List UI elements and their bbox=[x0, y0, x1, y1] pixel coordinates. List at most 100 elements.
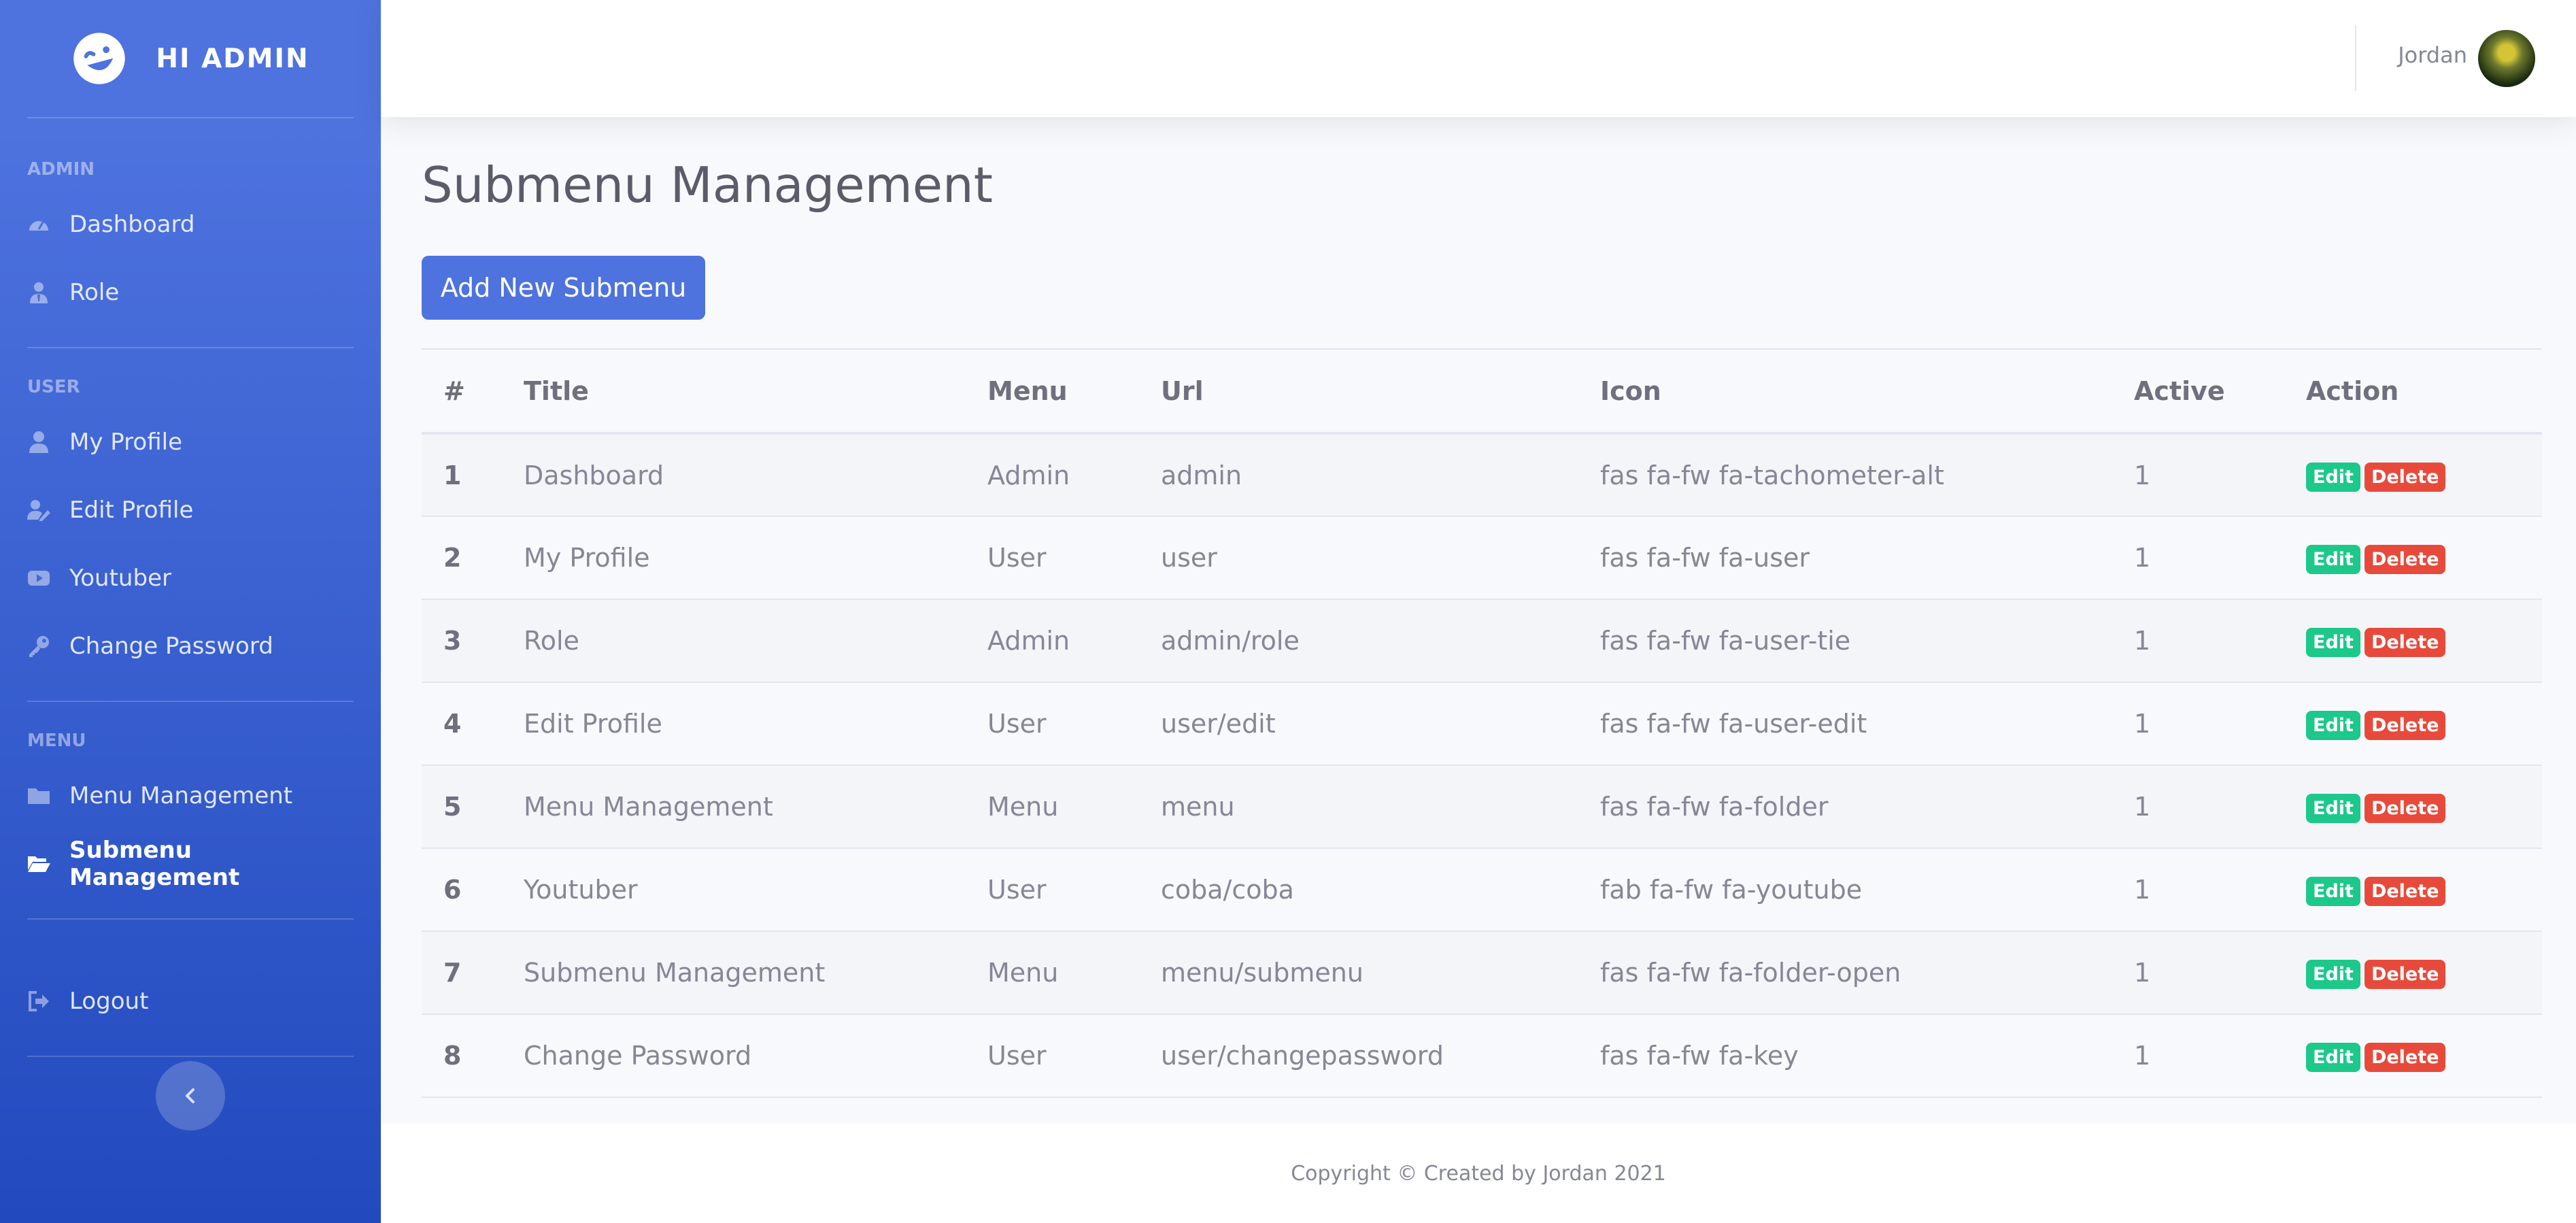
table-row: 5 Menu Management Menu menu fas fa-fw fa… bbox=[422, 765, 2542, 849]
avatar[interactable] bbox=[2478, 30, 2535, 87]
user-name[interactable]: Jordan bbox=[2398, 42, 2467, 68]
sidebar-item-label: Youtuber bbox=[69, 565, 171, 592]
sidebar-item-change-password[interactable]: Change Password bbox=[0, 612, 381, 680]
delete-button[interactable]: Delete bbox=[2364, 628, 2446, 657]
edit-button[interactable]: Edit bbox=[2306, 545, 2360, 574]
delete-button[interactable]: Delete bbox=[2364, 462, 2446, 492]
row-url: admin/role bbox=[1139, 599, 1578, 683]
sidebar-item-label: Logout bbox=[69, 988, 149, 1015]
row-number: 4 bbox=[422, 682, 502, 766]
row-actions: Edit Delete bbox=[2284, 1014, 2542, 1098]
sidebar-divider bbox=[27, 1056, 354, 1057]
row-menu: User bbox=[966, 516, 1139, 600]
row-actions: Edit Delete bbox=[2284, 765, 2542, 849]
sidebar-heading-user: User bbox=[27, 377, 80, 397]
row-number: 2 bbox=[422, 516, 502, 600]
brand-title: HI ADMIN bbox=[156, 43, 309, 74]
add-new-submenu-button[interactable]: Add New Submenu bbox=[422, 256, 705, 320]
sidebar-item-label: Edit Profile bbox=[69, 497, 194, 524]
row-number: 1 bbox=[422, 433, 502, 517]
submenu-table: # Title Menu Url Icon Active Action 1 Da… bbox=[422, 348, 2542, 1098]
chevron-left-icon bbox=[186, 1088, 194, 1103]
row-url: user bbox=[1139, 516, 1578, 600]
row-url: user/changepassword bbox=[1139, 1014, 1578, 1098]
sidebar: HI ADMIN Admin Dashboard Role User My Pr… bbox=[0, 0, 381, 1223]
row-menu: Admin bbox=[966, 433, 1139, 517]
sidebar-heading-menu: Menu bbox=[27, 731, 86, 751]
delete-button[interactable]: Delete bbox=[2364, 545, 2446, 574]
row-title: Role bbox=[502, 599, 966, 683]
row-number: 7 bbox=[422, 931, 502, 1015]
row-title: Youtuber bbox=[502, 848, 966, 932]
edit-button[interactable]: Edit bbox=[2306, 877, 2360, 906]
row-actions: Edit Delete bbox=[2284, 433, 2542, 517]
row-active: 1 bbox=[2112, 765, 2284, 849]
table-row: 1 Dashboard Admin admin fas fa-fw fa-tac… bbox=[422, 433, 2542, 517]
edit-button[interactable]: Edit bbox=[2306, 1043, 2360, 1072]
row-url: admin bbox=[1139, 433, 1578, 517]
row-active: 1 bbox=[2112, 682, 2284, 766]
folder-icon bbox=[27, 784, 50, 807]
row-title: Dashboard bbox=[502, 433, 966, 517]
sidebar-item-label: My Profile bbox=[69, 429, 182, 456]
row-active: 1 bbox=[2112, 1014, 2284, 1098]
row-active: 1 bbox=[2112, 931, 2284, 1015]
row-menu: User bbox=[966, 682, 1139, 766]
edit-button[interactable]: Edit bbox=[2306, 628, 2360, 657]
key-icon bbox=[27, 635, 50, 658]
sidebar-item-logout[interactable]: Logout bbox=[0, 967, 381, 1035]
table-row: 6 Youtuber User coba/coba fab fa-fw fa-y… bbox=[422, 848, 2542, 932]
row-actions: Edit Delete bbox=[2284, 599, 2542, 683]
sidebar-toggle-button[interactable] bbox=[156, 1061, 225, 1130]
delete-button[interactable]: Delete bbox=[2364, 960, 2446, 989]
row-active: 1 bbox=[2112, 599, 2284, 683]
column-header-url: Url bbox=[1139, 348, 1578, 435]
footer: Copyright © Created by Jordan 2021 bbox=[381, 1124, 2576, 1223]
edit-button[interactable]: Edit bbox=[2306, 960, 2360, 989]
edit-button[interactable]: Edit bbox=[2306, 711, 2360, 740]
sidebar-item-menu-management[interactable]: Menu Management bbox=[0, 762, 381, 830]
row-icon-class: fas fa-fw fa-tachometer-alt bbox=[1578, 433, 2112, 517]
row-actions: Edit Delete bbox=[2284, 848, 2542, 932]
row-active: 1 bbox=[2112, 433, 2284, 517]
row-actions: Edit Delete bbox=[2284, 516, 2542, 600]
table-row: 3 Role Admin admin/role fas fa-fw fa-use… bbox=[422, 599, 2542, 683]
row-icon-class: fas fa-fw fa-folder-open bbox=[1578, 931, 2112, 1015]
row-number: 3 bbox=[422, 599, 502, 683]
user-icon bbox=[27, 431, 50, 454]
row-url: coba/coba bbox=[1139, 848, 1578, 932]
sidebar-item-dashboard[interactable]: Dashboard bbox=[0, 190, 381, 258]
user-tie-icon bbox=[27, 281, 50, 304]
edit-button[interactable]: Edit bbox=[2306, 462, 2360, 492]
edit-button[interactable]: Edit bbox=[2306, 794, 2360, 823]
laugh-wink-icon bbox=[73, 33, 126, 84]
row-icon-class: fab fa-fw fa-youtube bbox=[1578, 848, 2112, 932]
sidebar-item-role[interactable]: Role bbox=[0, 258, 381, 326]
row-title: My Profile bbox=[502, 516, 966, 600]
sidebar-item-label: Menu Management bbox=[69, 782, 293, 809]
row-title: Submenu Management bbox=[502, 931, 966, 1015]
sidebar-item-edit-profile[interactable]: Edit Profile bbox=[0, 476, 381, 544]
delete-button[interactable]: Delete bbox=[2364, 877, 2446, 906]
youtube-icon bbox=[27, 567, 50, 590]
row-menu: User bbox=[966, 848, 1139, 932]
sidebar-item-label: Role bbox=[69, 279, 120, 306]
delete-button[interactable]: Delete bbox=[2364, 711, 2446, 740]
sidebar-heading-admin: Admin bbox=[27, 159, 95, 180]
row-menu: Admin bbox=[966, 599, 1139, 683]
sidebar-brand[interactable]: HI ADMIN bbox=[0, 0, 381, 117]
column-header-menu: Menu bbox=[966, 348, 1139, 435]
sidebar-item-youtuber[interactable]: Youtuber bbox=[0, 544, 381, 612]
topbar: Jordan bbox=[381, 0, 2576, 117]
sign-out-icon bbox=[27, 990, 50, 1013]
row-menu: Menu bbox=[966, 765, 1139, 849]
sidebar-item-label: Submenu Management bbox=[69, 837, 240, 891]
delete-button[interactable]: Delete bbox=[2364, 1043, 2446, 1072]
row-url: menu/submenu bbox=[1139, 931, 1578, 1015]
sidebar-item-submenu-management[interactable]: Submenu Management bbox=[0, 830, 381, 898]
row-url: menu bbox=[1139, 765, 1578, 849]
sidebar-item-my-profile[interactable]: My Profile bbox=[0, 408, 381, 476]
delete-button[interactable]: Delete bbox=[2364, 794, 2446, 823]
column-header-number: # bbox=[422, 348, 502, 435]
row-actions: Edit Delete bbox=[2284, 931, 2542, 1015]
